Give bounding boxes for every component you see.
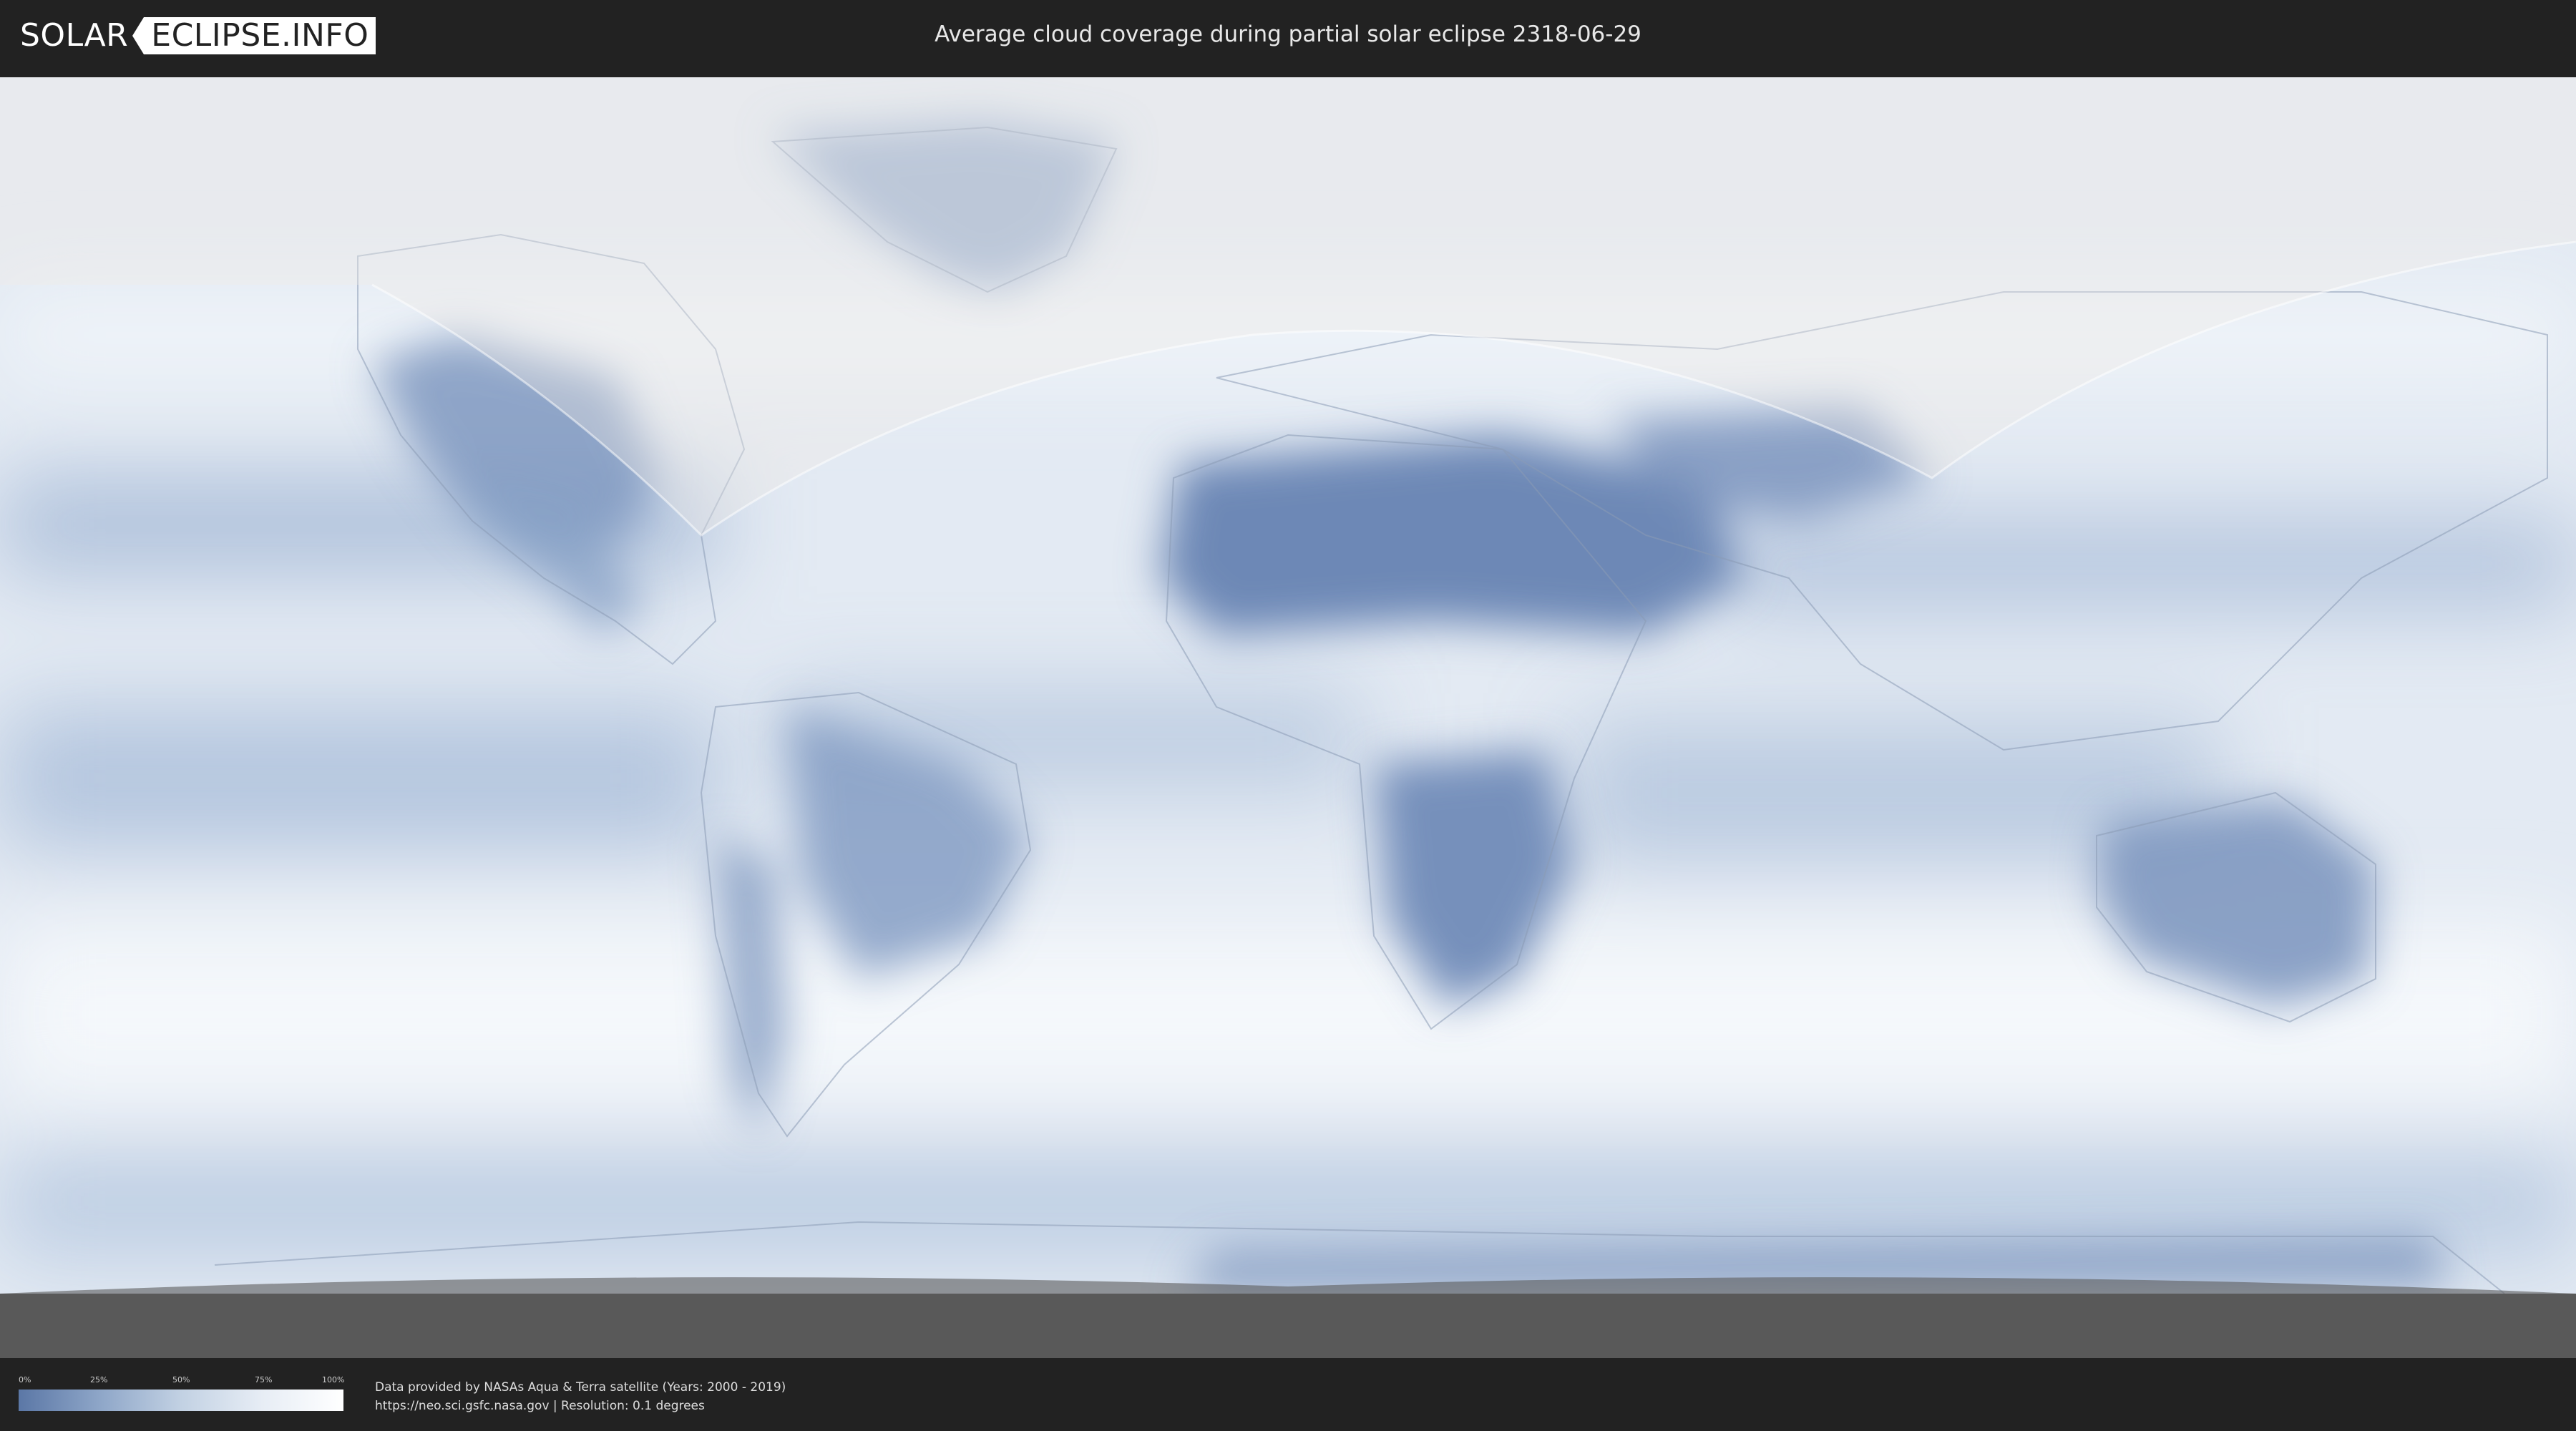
header-bar: SOLAR ECLIPSE.INFO Average cloud coverag…	[0, 0, 2576, 72]
legend-tick-75: 75%	[255, 1375, 273, 1384]
footer-bar: 0% 25% 50% 75% 100% Data provided by NAS…	[0, 1358, 2576, 1431]
legend-tick-100: 100%	[322, 1375, 345, 1384]
cloud-coverage-map	[0, 77, 2576, 1358]
legend-color-bar	[19, 1390, 343, 1411]
credit-line-2[interactable]: https://neo.sci.gsfc.nasa.gov | Resoluti…	[375, 1397, 786, 1415]
data-credits: Data provided by NASAs Aqua & Terra sate…	[375, 1378, 786, 1415]
cloud-coverage-legend: 0% 25% 50% 75% 100%	[19, 1375, 345, 1415]
page-title: Average cloud coverage during partial so…	[935, 21, 1641, 47]
credit-line-1: Data provided by NASAs Aqua & Terra sate…	[375, 1380, 786, 1395]
legend-tick-50: 50%	[172, 1375, 190, 1384]
legend-tick-25: 25%	[90, 1375, 108, 1384]
legend-tick-0: 0%	[19, 1375, 31, 1384]
